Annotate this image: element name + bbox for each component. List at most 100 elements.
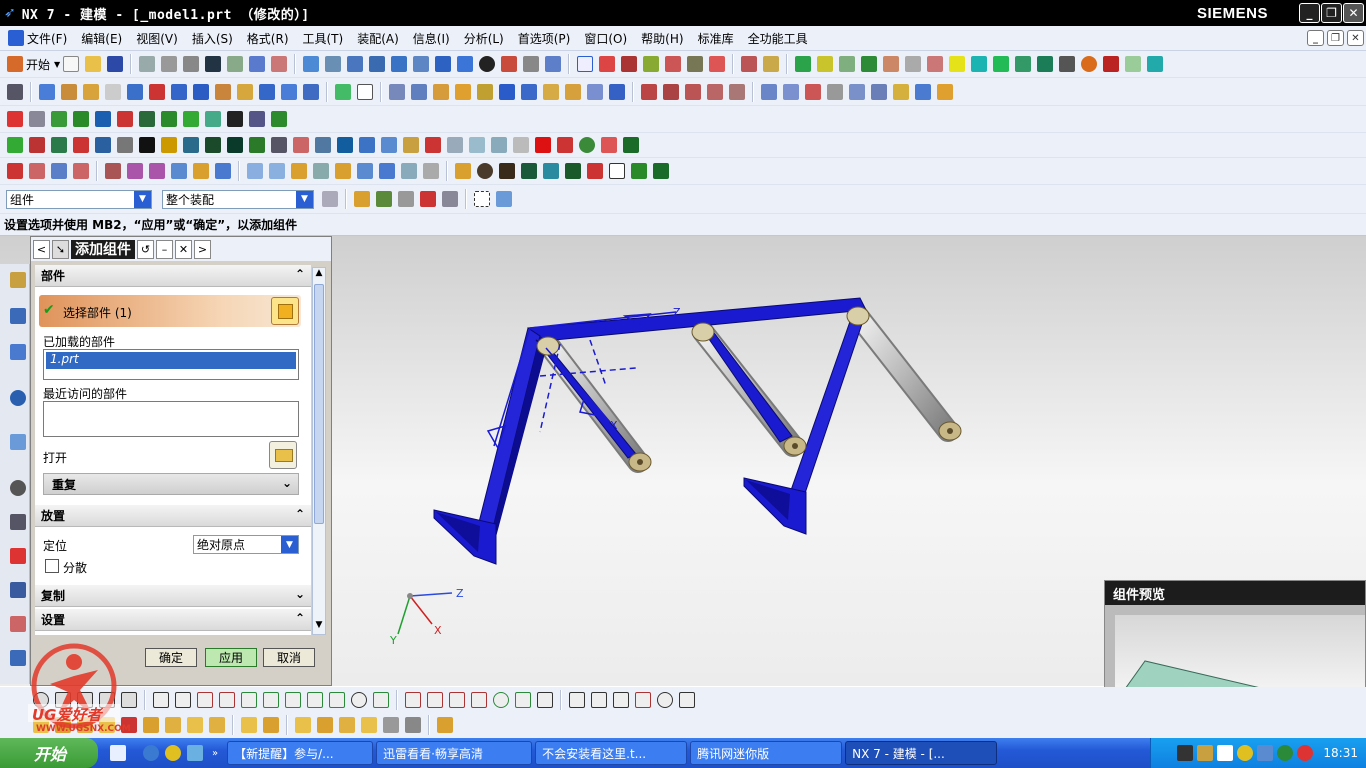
loaded-parts-list[interactable]: 1.prt bbox=[43, 349, 299, 380]
preview-canvas[interactable] bbox=[1115, 615, 1365, 690]
fit-view-icon[interactable] bbox=[303, 56, 320, 72]
type-filter-select[interactable]: 组件 ▼ bbox=[6, 189, 152, 209]
red-block-icon[interactable] bbox=[29, 137, 45, 153]
bom-icon[interactable] bbox=[423, 163, 439, 179]
sheet-metal-icon[interactable] bbox=[73, 111, 89, 127]
chamfer-tool-icon[interactable] bbox=[219, 691, 235, 708]
process-studio-icon[interactable] bbox=[10, 582, 26, 598]
slot-icon[interactable] bbox=[193, 83, 209, 100]
menu-format[interactable]: 格式(R) bbox=[247, 30, 289, 47]
wrap-icon[interactable] bbox=[915, 83, 931, 100]
system-materials-icon[interactable] bbox=[10, 514, 26, 530]
more-quick-launch-icon[interactable]: » bbox=[212, 748, 218, 759]
wave-icon[interactable] bbox=[247, 163, 263, 179]
headset-icon[interactable] bbox=[1059, 56, 1076, 72]
red-tool-icon[interactable] bbox=[1103, 56, 1120, 72]
right-arrow-icon[interactable] bbox=[491, 137, 507, 153]
bug-icon[interactable] bbox=[557, 137, 573, 153]
circle-icon[interactable] bbox=[685, 83, 701, 100]
dim-v-icon[interactable] bbox=[427, 691, 443, 708]
ie-icon[interactable] bbox=[143, 745, 159, 761]
pocket-icon[interactable] bbox=[171, 83, 187, 100]
qq-icon[interactable] bbox=[1237, 745, 1254, 761]
shade-icon[interactable] bbox=[479, 56, 496, 72]
redo-icon[interactable] bbox=[227, 56, 244, 72]
web-browser-icon[interactable] bbox=[10, 434, 26, 450]
dialog-arrow-icon[interactable]: ➘ bbox=[52, 239, 69, 259]
undo-icon[interactable] bbox=[205, 56, 222, 72]
arc-center-icon[interactable] bbox=[709, 56, 726, 72]
return-icon[interactable] bbox=[376, 191, 392, 207]
roles-icon[interactable] bbox=[10, 616, 26, 632]
ellipse-tool-icon[interactable] bbox=[351, 691, 367, 708]
pig-icon[interactable] bbox=[601, 137, 617, 153]
chevron-up-icon[interactable]: ⌃ bbox=[295, 267, 305, 281]
section-settings[interactable]: 设置 ⌃ bbox=[35, 609, 311, 631]
assembly-constraints-icon[interactable] bbox=[51, 163, 67, 179]
pen-icon[interactable] bbox=[271, 137, 287, 153]
runner-icon[interactable] bbox=[205, 111, 221, 127]
pad-icon[interactable] bbox=[149, 83, 165, 100]
cube-select-icon[interactable] bbox=[496, 191, 512, 207]
section-placement[interactable]: 放置 ⌃ bbox=[35, 505, 311, 527]
security-icon[interactable] bbox=[1277, 745, 1294, 761]
curve-more-icon[interactable] bbox=[405, 717, 421, 733]
grid-icon[interactable] bbox=[447, 137, 463, 153]
pan-icon[interactable] bbox=[369, 56, 386, 72]
scroll-thumb[interactable] bbox=[314, 284, 324, 524]
midpoint-icon[interactable] bbox=[643, 56, 660, 72]
arrow-tool-icon[interactable] bbox=[249, 111, 265, 127]
battery-icon[interactable] bbox=[1197, 745, 1214, 761]
dim-angle-icon[interactable] bbox=[471, 691, 487, 708]
sequence-icon[interactable] bbox=[215, 163, 231, 179]
constraint-icon[interactable] bbox=[493, 691, 509, 708]
scroll-up-icon[interactable]: ▲ bbox=[313, 268, 325, 282]
perspective-icon[interactable] bbox=[413, 56, 430, 72]
curve-offset-icon[interactable] bbox=[143, 717, 159, 733]
mirror-assembly-icon[interactable] bbox=[171, 163, 187, 179]
select-part-row[interactable]: ✔ 选择部件 (1) bbox=[39, 295, 301, 327]
hat-icon[interactable] bbox=[249, 137, 265, 153]
yellow-part-icon[interactable] bbox=[161, 137, 177, 153]
text-a2-icon[interactable] bbox=[381, 137, 397, 153]
exploded-view-icon[interactable] bbox=[193, 163, 209, 179]
stamp-icon[interactable] bbox=[403, 137, 419, 153]
chevron-up-icon[interactable]: ⌃ bbox=[295, 611, 305, 625]
gate-icon[interactable] bbox=[905, 56, 922, 72]
patch-icon[interactable] bbox=[871, 83, 887, 100]
delete-icon[interactable] bbox=[271, 56, 288, 72]
shield-icon[interactable] bbox=[1257, 745, 1274, 761]
parallel-icon[interactable] bbox=[515, 691, 531, 708]
reset-icon[interactable]: ↺ bbox=[137, 239, 154, 259]
task-notepad[interactable]: 不会安装看这里.t... bbox=[535, 741, 688, 765]
bolt-icon[interactable] bbox=[499, 163, 515, 179]
paste-icon[interactable] bbox=[183, 56, 200, 72]
blue-cube-icon[interactable] bbox=[95, 111, 111, 127]
spline-icon[interactable] bbox=[707, 83, 723, 100]
selection-filter-icon[interactable] bbox=[577, 56, 594, 72]
new-component-icon[interactable] bbox=[29, 163, 45, 179]
help2-icon[interactable] bbox=[653, 163, 669, 179]
doc-close-button[interactable]: ✕ bbox=[1347, 30, 1364, 46]
frame-tool-icon[interactable] bbox=[613, 691, 629, 708]
pin-icon[interactable] bbox=[477, 163, 493, 179]
smart-icon[interactable] bbox=[635, 691, 651, 708]
layer-icon[interactable] bbox=[795, 56, 812, 72]
thread-icon[interactable] bbox=[477, 83, 493, 100]
face-analysis-icon[interactable] bbox=[501, 56, 518, 72]
constraint-navigator-icon[interactable] bbox=[10, 308, 26, 324]
corner-icon[interactable] bbox=[679, 691, 695, 708]
surface-icon[interactable] bbox=[761, 83, 777, 100]
scroll-down-icon[interactable]: ▼ bbox=[313, 620, 325, 634]
blue-part-icon[interactable] bbox=[95, 137, 111, 153]
blue-square-icon[interactable] bbox=[337, 137, 353, 153]
list-item[interactable]: 1.prt bbox=[46, 352, 296, 369]
electrode-icon[interactable] bbox=[7, 137, 23, 153]
gray-box-icon[interactable] bbox=[513, 137, 529, 153]
restore-button[interactable]: ❐ bbox=[1321, 3, 1342, 23]
dark-part-icon[interactable] bbox=[205, 137, 221, 153]
scale-body-icon[interactable] bbox=[609, 83, 625, 100]
mirror-tool-icon[interactable] bbox=[307, 691, 323, 708]
q-tool-icon[interactable] bbox=[227, 111, 243, 127]
measure-angle-icon[interactable] bbox=[763, 56, 780, 72]
